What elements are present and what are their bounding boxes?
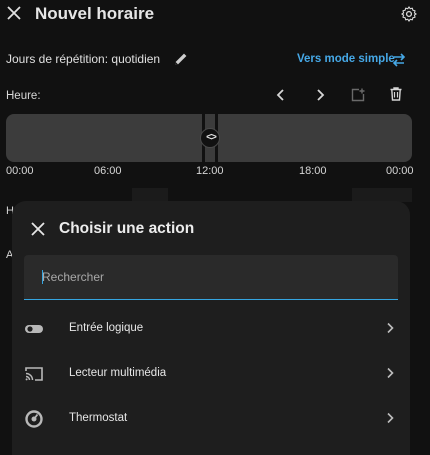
repeat-days-label: Jours de répétition: quotidien	[6, 52, 161, 66]
list-item-label: Lecteur multimédia	[69, 367, 167, 379]
chevron-right-icon[interactable]	[312, 87, 328, 103]
tick-label: 00:00	[386, 165, 414, 177]
timeline-drag-handle[interactable]: <>	[200, 128, 220, 148]
thermostat-icon	[25, 410, 43, 428]
chevron-right-icon	[387, 367, 394, 379]
delete-icon[interactable]	[388, 86, 404, 102]
schedule-screen: Nouvel horaire Jours de répétition: quot…	[0, 0, 430, 455]
search-field[interactable]	[24, 255, 398, 300]
toggle-switch-icon	[25, 325, 43, 333]
simple-mode-link[interactable]: Vers mode simple	[297, 53, 395, 65]
tick-label: 18:00	[299, 165, 327, 177]
list-item-entree-logique[interactable]: Entrée logique	[12, 307, 410, 351]
pencil-icon[interactable]	[173, 51, 189, 67]
close-icon[interactable]	[6, 5, 22, 21]
choose-action-sheet: Choisir une action Entrée logique	[12, 201, 410, 455]
list-item-thermostat[interactable]: Thermostat	[12, 397, 410, 441]
header: Nouvel horaire	[0, 0, 430, 30]
chevron-right-icon	[387, 322, 394, 334]
time-label: Heure:	[6, 90, 41, 102]
list-item-label: Thermostat	[69, 412, 128, 424]
text-caret	[42, 270, 43, 284]
page-title: Nouvel horaire	[35, 4, 155, 23]
tick-label: 06:00	[94, 165, 122, 177]
list-item-label: Entrée logique	[69, 322, 144, 334]
chevron-left-icon[interactable]	[273, 87, 289, 103]
background-field	[352, 188, 412, 202]
list-item-lecteur-multimedia[interactable]: Lecteur multimédia	[12, 352, 410, 396]
background-field	[132, 188, 168, 202]
drag-handle-icon: <>	[206, 132, 217, 143]
tick-label: 00:00	[6, 165, 34, 177]
swap-horizontal-icon[interactable]	[391, 52, 407, 68]
search-input[interactable]	[24, 255, 398, 299]
chevron-right-icon	[387, 412, 394, 424]
gear-icon[interactable]	[400, 5, 418, 23]
add-box-icon[interactable]	[350, 87, 366, 103]
sheet-title: Choisir une action	[59, 220, 195, 237]
tick-label: 12:00	[196, 165, 224, 177]
close-icon[interactable]	[30, 221, 46, 237]
cast-icon	[25, 367, 43, 381]
